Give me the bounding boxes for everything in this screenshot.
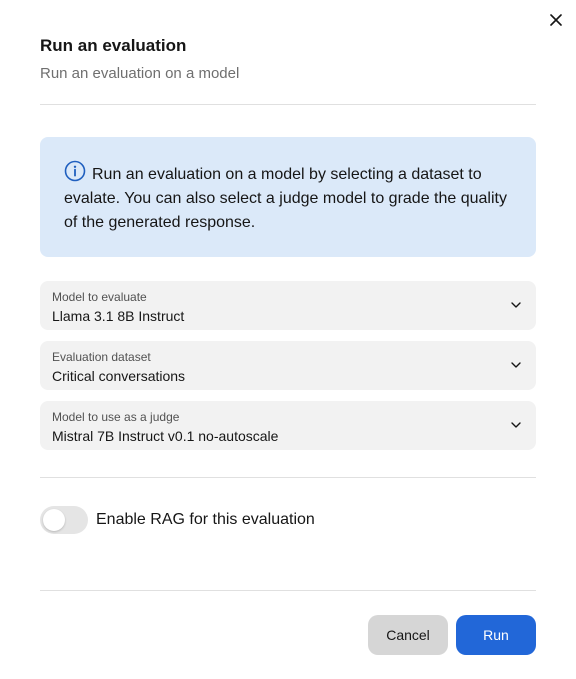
header-divider: [40, 104, 536, 105]
judge-model-value: Mistral 7B Instruct v0.1 no-autoscale: [52, 428, 279, 444]
close-icon: [550, 14, 562, 26]
run-button[interactable]: Run: [456, 615, 536, 655]
toggle-knob: [43, 509, 65, 531]
dialog-title: Run an evaluation: [40, 36, 187, 55]
chevron-down-icon: [510, 359, 522, 371]
close-button[interactable]: [546, 10, 566, 30]
fields-divider: [40, 477, 536, 478]
info-text: Run an evaluation on a model by selectin…: [64, 166, 507, 231]
run-evaluation-dialog: Run an evaluation Run an evaluation on a…: [0, 0, 576, 679]
evaluation-dataset-select[interactable]: Evaluation dataset Critical conversation…: [40, 341, 536, 390]
model-to-evaluate-value: Llama 3.1 8B Instruct: [52, 308, 185, 324]
rag-toggle[interactable]: [40, 506, 88, 534]
info-icon: [64, 160, 86, 182]
model-to-evaluate-label: Model to evaluate: [52, 290, 147, 304]
judge-model-select[interactable]: Model to use as a judge Mistral 7B Instr…: [40, 401, 536, 450]
rag-toggle-label: Enable RAG for this evaluation: [96, 511, 315, 528]
evaluation-dataset-value: Critical conversations: [52, 368, 186, 384]
chevron-down-icon: [510, 419, 522, 431]
evaluation-dataset-label: Evaluation dataset: [52, 350, 151, 364]
cancel-button[interactable]: Cancel: [368, 615, 448, 655]
chevron-down-icon: [510, 299, 522, 311]
dialog-subtitle: Run an evaluation on a model: [40, 65, 240, 82]
judge-model-label: Model to use as a judge: [52, 410, 180, 424]
rag-toggle-row: Enable RAG for this evaluation: [40, 506, 315, 534]
info-notice: Run an evaluation on a model by selectin…: [40, 137, 536, 257]
model-to-evaluate-select[interactable]: Model to evaluate Llama 3.1 8B Instruct: [40, 281, 536, 330]
footer-divider: [40, 590, 536, 591]
